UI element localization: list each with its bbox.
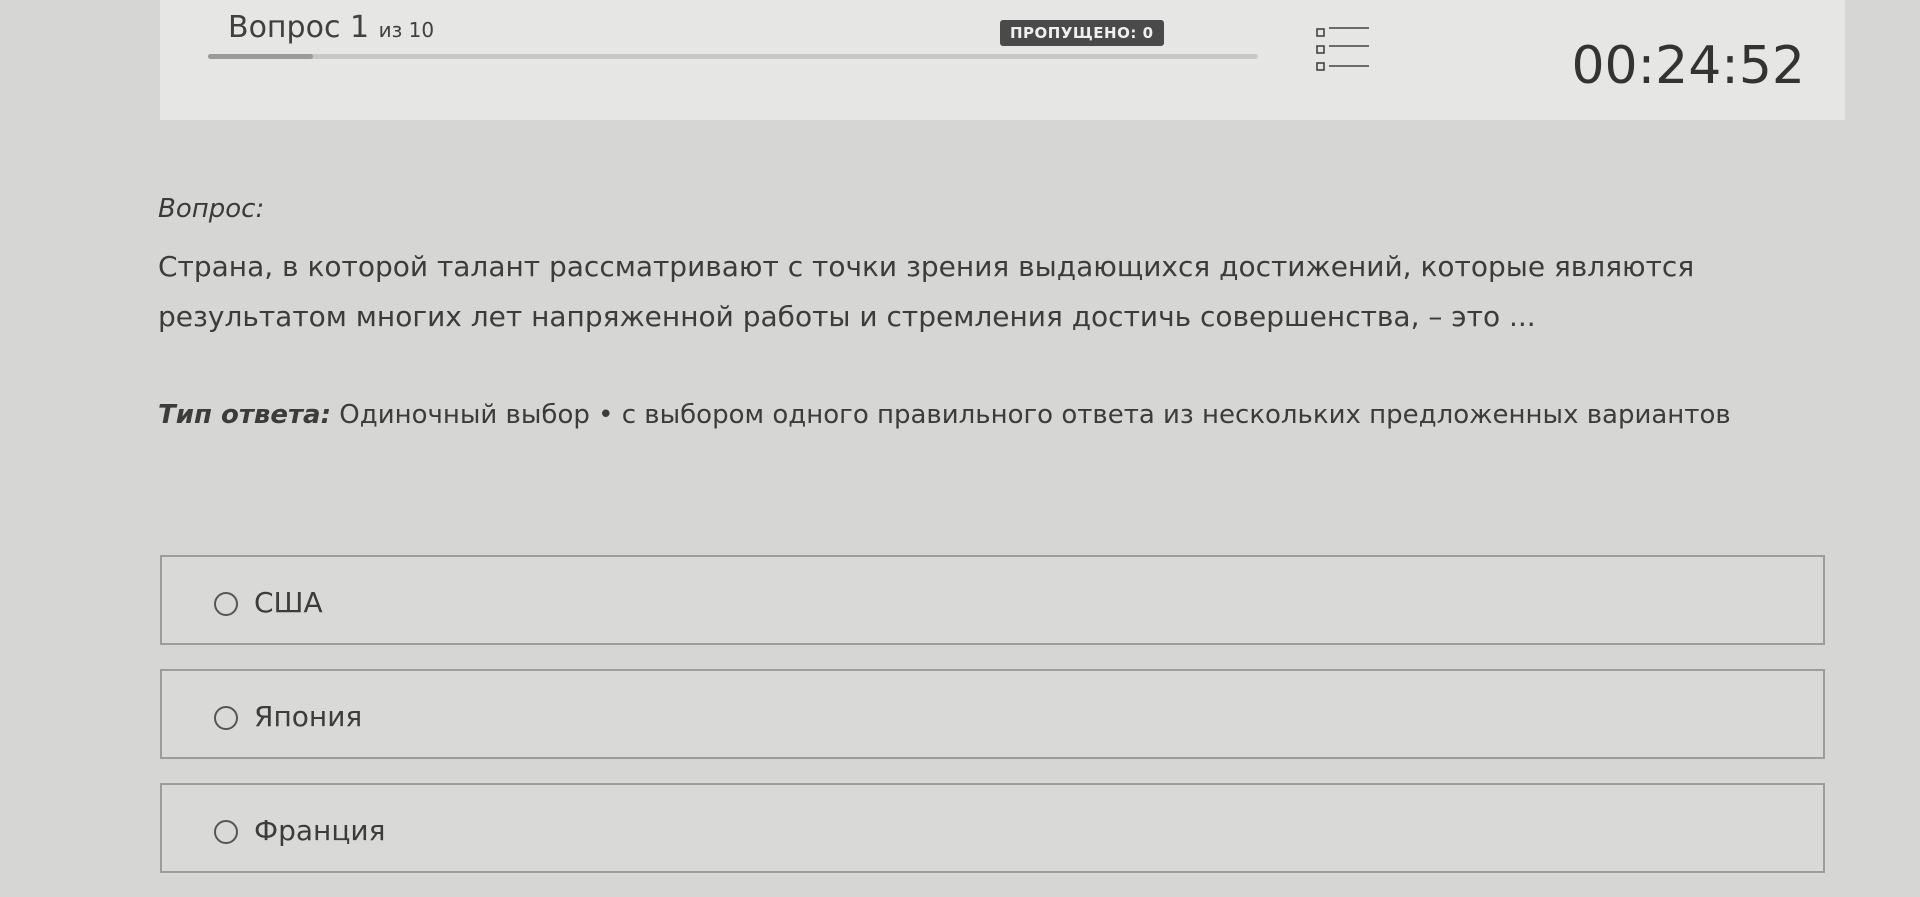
skipped-badge[interactable]: ПРОПУЩЕНО: 0 [1000,20,1164,46]
answer-option[interactable]: США [160,555,1825,645]
progress-bar [208,54,1258,59]
answer-type: Тип ответа: Одиночный выбор • с выбором … [158,400,1731,430]
list-icon[interactable] [1315,24,1371,76]
progress-fill [208,54,313,59]
option-label: Франция [254,814,386,847]
answer-type-label: Тип ответа: [158,400,331,430]
question-text: Страна, в которой талант рассматривают с… [158,250,1695,333]
answer-option[interactable]: Япония [160,669,1825,759]
question-total: из 10 [378,18,435,42]
radio-button[interactable] [214,592,238,616]
timer: 00:24:52 [1571,36,1805,96]
answer-options: США Япония Франция [160,555,1825,897]
answer-option[interactable]: Франция [160,783,1825,873]
question-counter: Вопрос 1 из 10 [228,10,434,45]
option-label: США [254,586,323,619]
option-label: Япония [254,700,363,733]
question-number: 1 [350,10,370,45]
answer-type-value: Одиночный выбор • с выбором одного прави… [339,400,1731,430]
question-word: Вопрос [228,10,341,45]
question-label: Вопрос: [158,194,265,224]
radio-button[interactable] [214,820,238,844]
top-bar: Вопрос 1 из 10 ПРОПУЩЕНО: 0 00:24:52 [160,0,1845,120]
radio-button[interactable] [214,706,238,730]
